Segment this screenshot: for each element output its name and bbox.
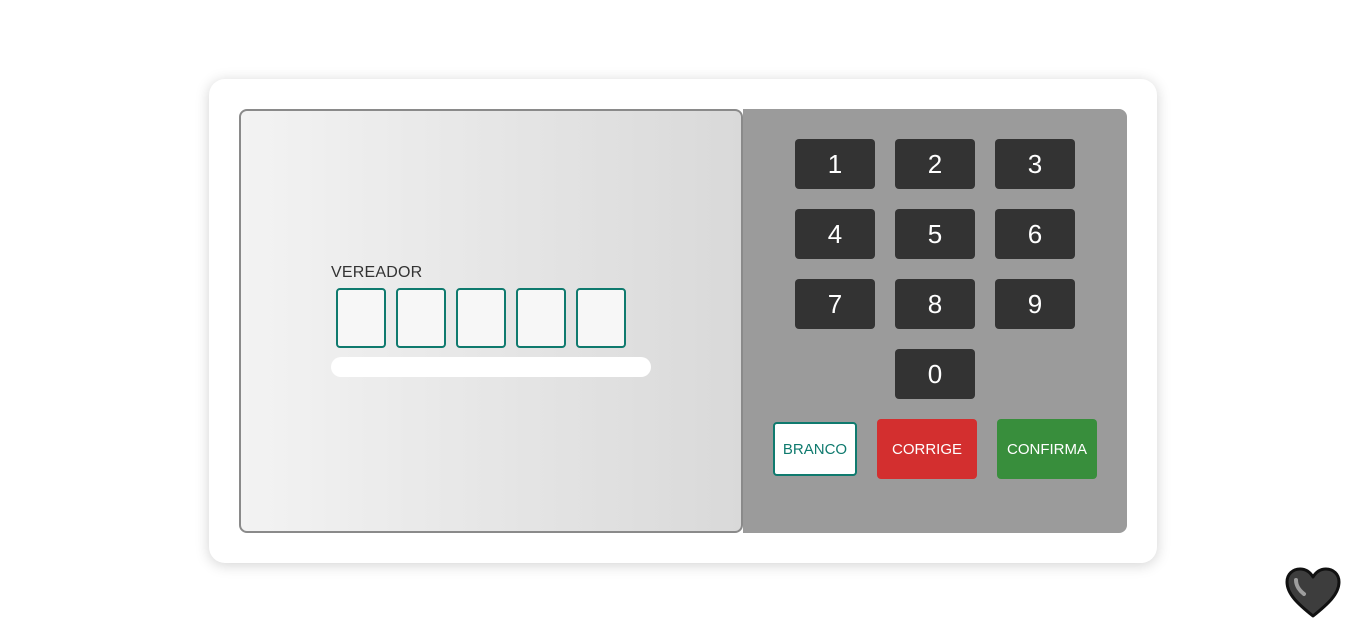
key-7[interactable]: 7 xyxy=(795,279,875,329)
key-0[interactable]: 0 xyxy=(895,349,975,399)
key-5[interactable]: 5 xyxy=(895,209,975,259)
candidate-info-bar xyxy=(331,357,651,377)
key-1[interactable]: 1 xyxy=(795,139,875,189)
digit-box xyxy=(336,288,386,348)
ballot-screen: VEREADOR xyxy=(239,109,743,533)
key-9[interactable]: 9 xyxy=(995,279,1075,329)
key-6[interactable]: 6 xyxy=(995,209,1075,259)
digit-box xyxy=(456,288,506,348)
key-8[interactable]: 8 xyxy=(895,279,975,329)
corrige-button[interactable]: CORRIGE xyxy=(877,419,977,479)
voting-machine: VEREADOR 1 2 3 4 5 6 7 8 9 0 BRANCO CORR… xyxy=(209,79,1157,563)
digit-box xyxy=(516,288,566,348)
key-2[interactable]: 2 xyxy=(895,139,975,189)
confirma-button[interactable]: CONFIRMA xyxy=(997,419,1097,479)
keypad: 1 2 3 4 5 6 7 8 9 0 BRANCO CORRIGE CONFI… xyxy=(743,109,1127,533)
digit-boxes xyxy=(336,288,626,348)
key-3[interactable]: 3 xyxy=(995,139,1075,189)
office-label: VEREADOR xyxy=(331,264,423,281)
digit-box xyxy=(576,288,626,348)
branco-button[interactable]: BRANCO xyxy=(773,422,857,476)
heart-icon[interactable] xyxy=(1284,566,1342,620)
digit-box xyxy=(396,288,446,348)
key-4[interactable]: 4 xyxy=(795,209,875,259)
